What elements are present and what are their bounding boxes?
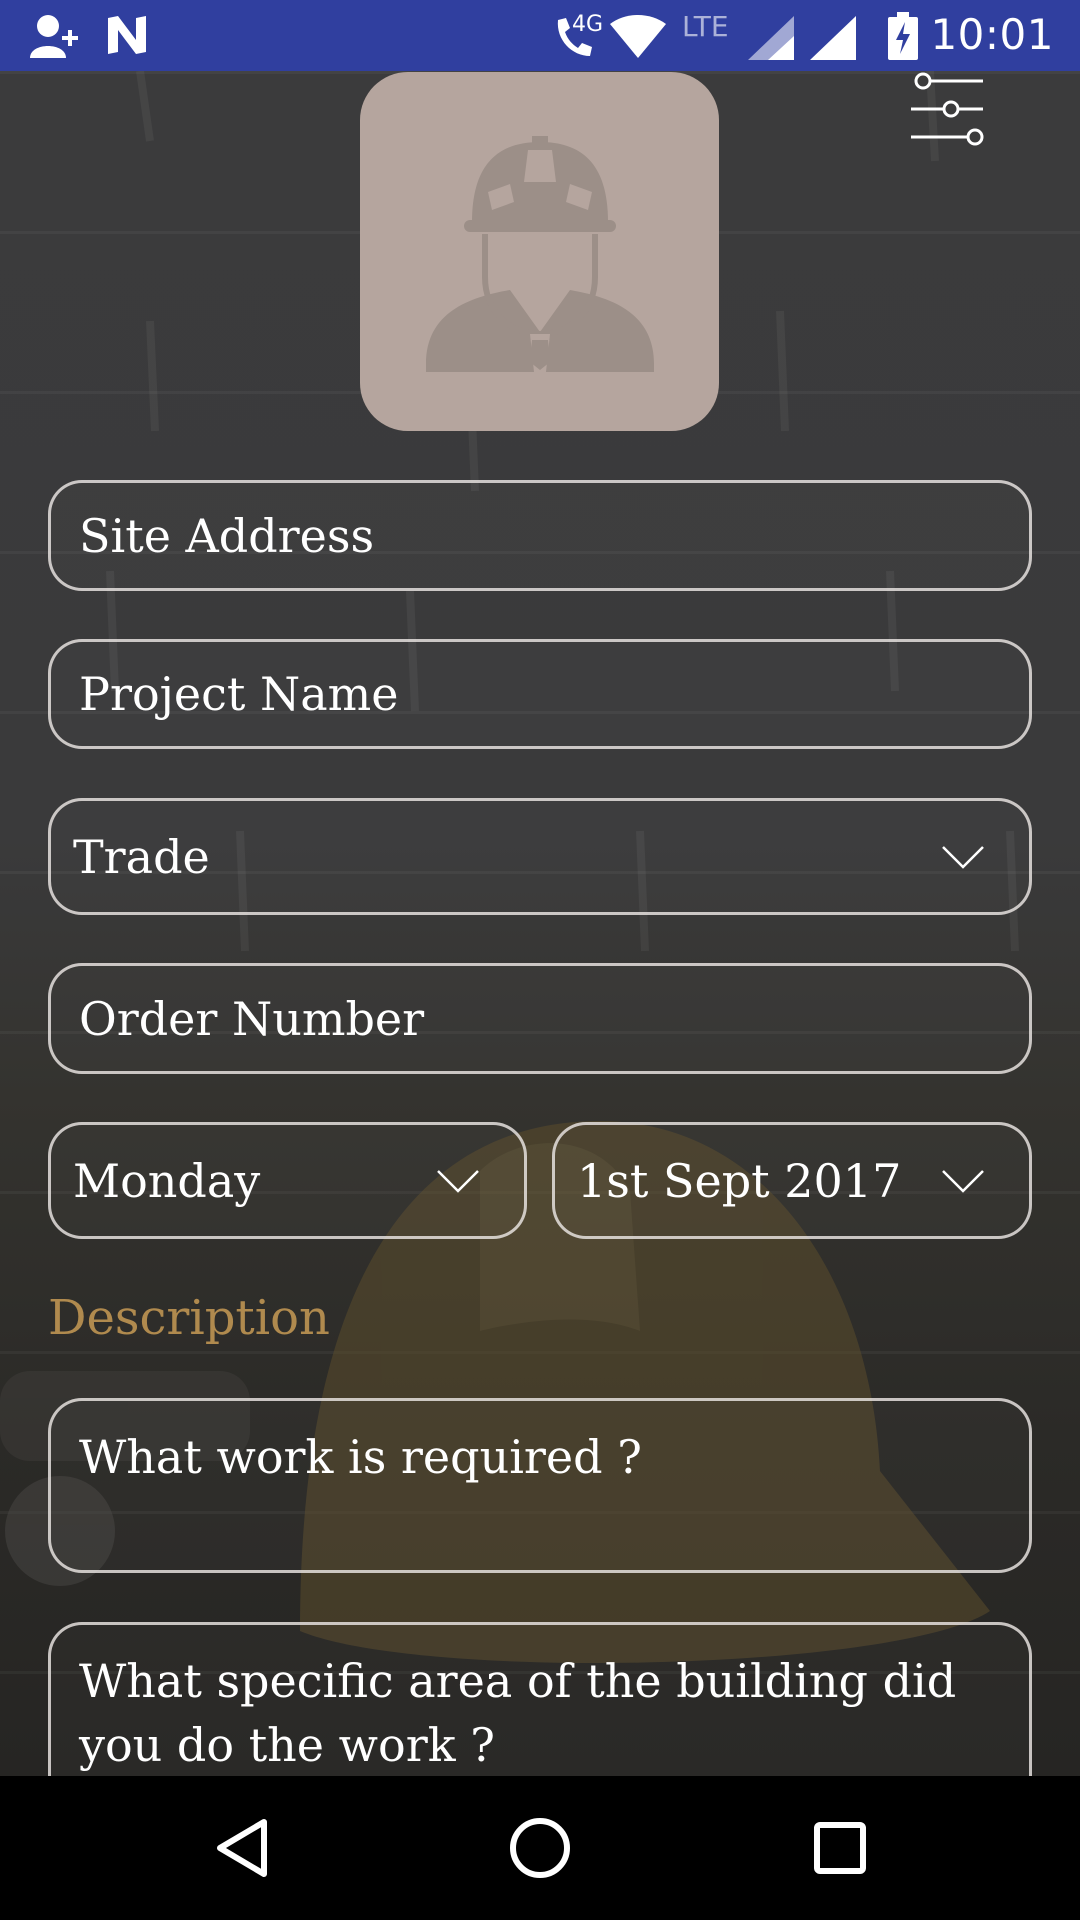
specific-area-placeholder: What specific area of the building did y… [79, 1654, 957, 1772]
chevron-down-icon [942, 845, 984, 869]
site-address-input[interactable]: Site Address [48, 480, 1032, 591]
back-icon [217, 1819, 267, 1877]
filter-button[interactable] [905, 70, 985, 150]
person-add-icon [28, 12, 80, 64]
day-select[interactable]: Monday [48, 1122, 527, 1239]
order-number-placeholder: Order Number [79, 991, 425, 1046]
date-value: 1st Sept 2017 [577, 1153, 902, 1208]
status-bar: 4G LTE 10:01 [0, 0, 1080, 71]
home-button[interactable] [504, 1812, 576, 1884]
sliders-icon [911, 72, 984, 146]
construction-worker-icon [426, 136, 654, 372]
order-number-input[interactable]: Order Number [48, 963, 1032, 1074]
trade-value: Trade [73, 829, 210, 884]
recents-icon [814, 1822, 866, 1874]
signal-icon [748, 16, 794, 64]
n-app-icon [104, 12, 150, 62]
profile-avatar[interactable] [360, 72, 719, 431]
network-lte-label: LTE [682, 10, 729, 43]
chevron-down-icon [942, 1169, 984, 1193]
signal-icon-2 [810, 16, 856, 64]
navigation-bar [0, 1776, 1080, 1920]
project-name-input[interactable]: Project Name [48, 639, 1032, 749]
network-4g-label: 4G [572, 12, 604, 37]
trade-select[interactable]: Trade [48, 798, 1032, 915]
recents-button[interactable] [804, 1812, 876, 1884]
description-label: Description [48, 1290, 330, 1346]
day-value: Monday [73, 1153, 261, 1208]
work-required-placeholder: What work is required ? [79, 1430, 642, 1484]
project-name-placeholder: Project Name [79, 667, 399, 721]
wifi-icon [610, 14, 666, 62]
battery-charging-icon [888, 12, 918, 64]
site-address-placeholder: Site Address [79, 508, 375, 563]
date-select[interactable]: 1st Sept 2017 [552, 1122, 1032, 1239]
home-icon [510, 1818, 570, 1878]
back-button[interactable] [206, 1812, 278, 1884]
status-time: 10:01 [930, 10, 1054, 59]
work-required-textarea[interactable]: What work is required ? [48, 1398, 1032, 1573]
chevron-down-icon [437, 1169, 479, 1193]
